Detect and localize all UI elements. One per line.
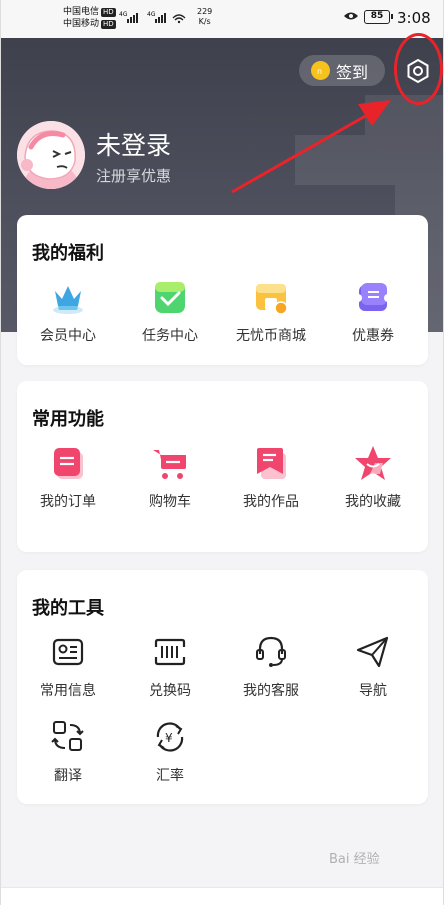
eye-comfort-icon bbox=[344, 12, 358, 20]
svg-text:4G: 4G bbox=[147, 11, 156, 18]
common-functions-card: 常用功能 我的订单 购物车 我的作品 我的收藏 bbox=[17, 381, 428, 552]
tools-label-service: 我的客服 bbox=[243, 683, 299, 699]
tools-label-redeem: 兑换码 bbox=[149, 683, 191, 699]
order-icon bbox=[54, 448, 83, 479]
common-item-orders[interactable]: 我的订单 bbox=[18, 443, 118, 511]
screen: 中国电信 HD 中国移动 HD 4G 4G 229 K/s 85 3:08 n 签到 bbox=[0, 0, 444, 905]
coin-store-icon bbox=[256, 284, 288, 315]
baidu-watermark: Bai 经验 bbox=[329, 852, 380, 867]
welfare-label-coupon: 优惠券 bbox=[352, 328, 394, 344]
welfare-card: 我的福利 会员中心 任务中心 无忧币商城 优惠券 bbox=[17, 215, 428, 365]
status-bar: 中国电信 HD 中国移动 HD 4G 4G 229 K/s 85 3:08 bbox=[1, 0, 443, 38]
tools-item-common-info[interactable]: 常用信息 bbox=[18, 632, 118, 700]
battery-indicator: 85 bbox=[364, 10, 393, 24]
tools-card: 我的工具 常用信息 兑换码 我的客服 导航 翻译 ¥ 汇率 bbox=[17, 570, 428, 804]
task-check-icon bbox=[155, 282, 185, 313]
annotation-circle bbox=[394, 33, 443, 105]
cart-icon bbox=[153, 450, 186, 479]
headset-icon bbox=[256, 636, 286, 667]
common-functions-title: 常用功能 bbox=[32, 409, 104, 430]
welfare-label-store: 无忧币商城 bbox=[236, 328, 306, 344]
common-label-cart: 购物车 bbox=[149, 494, 191, 510]
common-item-favorites[interactable]: 我的收藏 bbox=[323, 443, 423, 511]
coin-icon: n bbox=[311, 61, 330, 80]
tools-label-info: 常用信息 bbox=[40, 683, 96, 699]
annotation-arrow bbox=[231, 100, 391, 194]
tools-label-exchange: 汇率 bbox=[156, 768, 184, 784]
welfare-item-coupon[interactable]: 优惠券 bbox=[323, 277, 423, 345]
tools-item-navigation[interactable]: 导航 bbox=[323, 632, 423, 700]
tools-label-translate: 翻译 bbox=[54, 768, 82, 784]
welfare-item-member-center[interactable]: 会员中心 bbox=[18, 277, 118, 345]
welfare-label-member: 会员中心 bbox=[40, 328, 96, 344]
works-icon bbox=[257, 448, 286, 479]
sign-in-button[interactable]: n 签到 bbox=[299, 55, 385, 86]
signal-icon: 4G 4G bbox=[119, 11, 186, 24]
login-subtitle[interactable]: 注册享优惠 bbox=[96, 165, 171, 186]
welfare-item-coin-store[interactable]: 无忧币商城 bbox=[221, 277, 321, 345]
star-icon bbox=[355, 446, 391, 480]
common-item-cart[interactable]: 购物车 bbox=[120, 443, 220, 511]
id-card-icon bbox=[52, 638, 84, 666]
welfare-title: 我的福利 bbox=[32, 243, 104, 264]
network-speed: 229 K/s bbox=[197, 7, 213, 26]
tools-label-navigation: 导航 bbox=[359, 683, 387, 699]
tools-title: 我的工具 bbox=[32, 598, 104, 619]
common-label-favorites: 我的收藏 bbox=[345, 494, 401, 510]
hd-badge: HD bbox=[101, 8, 116, 17]
tools-item-translate[interactable]: 翻译 bbox=[18, 717, 118, 785]
svg-text:4G: 4G bbox=[119, 11, 128, 18]
carrier-info: 中国电信 HD 中国移动 HD bbox=[63, 6, 116, 30]
svg-text:n: n bbox=[317, 67, 322, 76]
monkey-avatar-icon bbox=[17, 121, 85, 189]
tools-item-customer-service[interactable]: 我的客服 bbox=[221, 632, 321, 700]
translate-icon bbox=[51, 721, 84, 751]
hd-badge: HD bbox=[101, 20, 116, 29]
welfare-label-task: 任务中心 bbox=[142, 328, 198, 344]
common-label-orders: 我的订单 bbox=[40, 494, 96, 510]
coupon-icon bbox=[358, 283, 388, 311]
sign-in-label: 签到 bbox=[336, 62, 369, 82]
avatar[interactable] bbox=[17, 121, 85, 189]
tools-item-exchange-rate[interactable]: ¥ 汇率 bbox=[120, 717, 220, 785]
exchange-rate-icon: ¥ bbox=[156, 722, 184, 752]
welfare-item-task-center[interactable]: 任务中心 bbox=[120, 277, 220, 345]
tools-item-redeem-code[interactable]: 兑换码 bbox=[120, 632, 220, 700]
svg-text:¥: ¥ bbox=[165, 731, 173, 745]
login-title[interactable]: 未登录 bbox=[96, 126, 171, 162]
common-item-works[interactable]: 我的作品 bbox=[221, 443, 321, 511]
bottom-tab-bar-edge bbox=[1, 887, 443, 905]
carrier-mobile: 中国移动 bbox=[63, 19, 100, 29]
carrier-telecom: 中国电信 bbox=[63, 7, 100, 17]
crown-icon bbox=[53, 286, 83, 314]
common-label-works: 我的作品 bbox=[243, 494, 299, 510]
barcode-icon bbox=[154, 638, 186, 666]
status-time: 3:08 bbox=[397, 9, 431, 27]
paper-plane-icon bbox=[356, 636, 389, 668]
